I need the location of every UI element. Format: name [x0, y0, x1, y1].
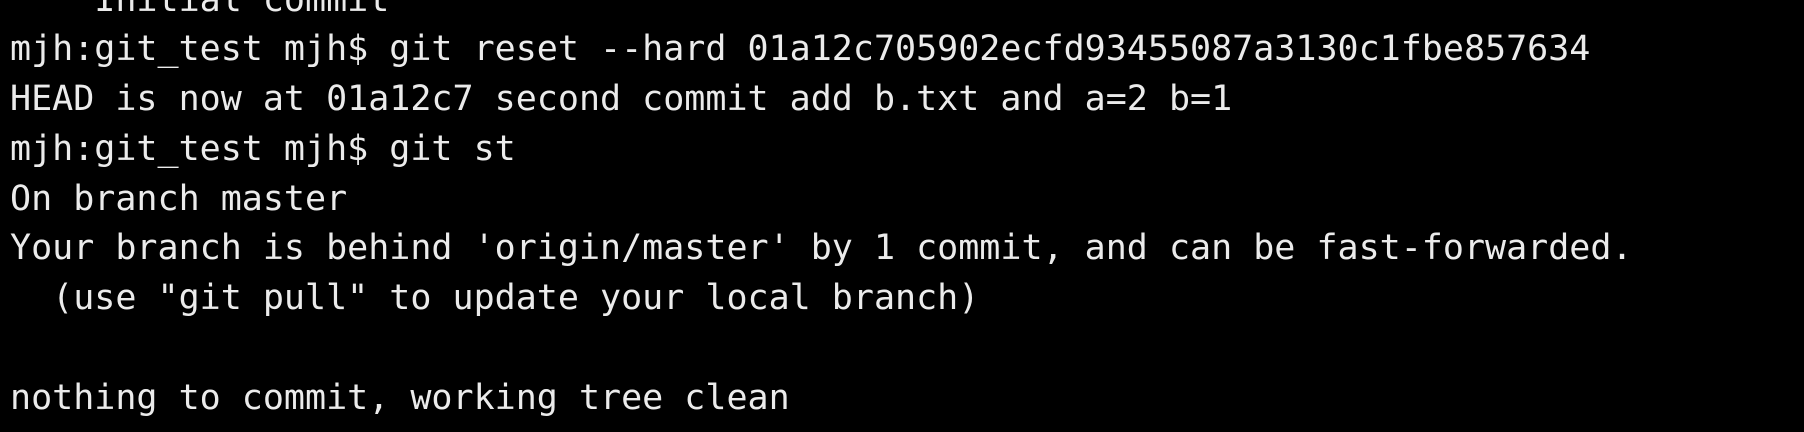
- terminal-command-line: mjh:git_test mjh$ git reset --hard 01a12…: [10, 29, 1591, 69]
- terminal-command-line: mjh:git_test mjh$ git st: [10, 129, 516, 169]
- terminal-output-line: HEAD is now at 01a12c7 second commit add…: [10, 79, 1233, 119]
- terminal-output-line: Initial commit: [10, 0, 390, 20]
- terminal-output-line: On branch master: [10, 179, 348, 219]
- terminal-window[interactable]: Initial commit mjh:git_test mjh$ git res…: [0, 0, 1804, 432]
- terminal-output-line: Your branch is behind 'origin/master' by…: [10, 228, 1633, 268]
- terminal-output-line: (use "git pull" to update your local bra…: [10, 278, 980, 318]
- terminal-output-line: nothing to commit, working tree clean: [10, 378, 790, 418]
